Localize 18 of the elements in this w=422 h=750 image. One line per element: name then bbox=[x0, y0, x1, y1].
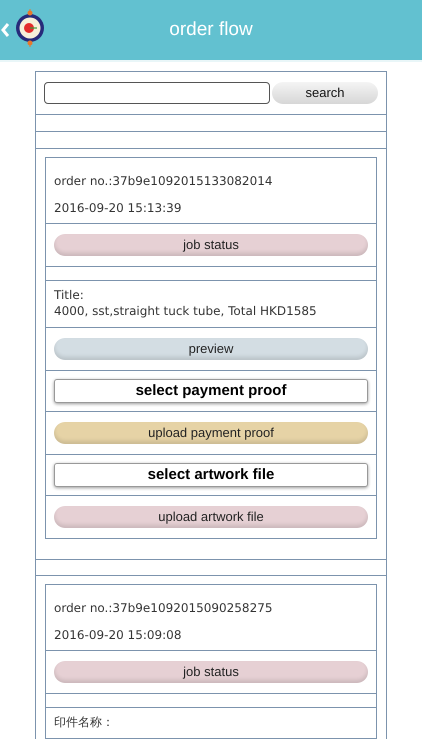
search-button[interactable]: search bbox=[272, 82, 378, 104]
title-label: Title: bbox=[54, 287, 85, 303]
order-date: 2016-09-20 15:13:39 bbox=[54, 200, 182, 216]
pill-button[interactable]: preview bbox=[54, 338, 368, 360]
title-text: 4000, sst,straight tuck tube, Total HKD1585 bbox=[54, 303, 318, 319]
pill-button[interactable]: upload payment proof bbox=[54, 422, 368, 444]
job-status-button[interactable]: job status bbox=[54, 660, 368, 683]
order-number: order no.:37b9e1092015133082014 bbox=[54, 173, 274, 189]
job-status-button[interactable]: job status bbox=[54, 234, 368, 256]
file-select-button[interactable]: select payment proof bbox=[54, 379, 368, 403]
file-select-button[interactable]: select artwork file bbox=[54, 463, 368, 487]
order-number: order no.:37b9e1092015090258275 bbox=[54, 600, 274, 616]
pill-button[interactable]: upload artwork file bbox=[54, 506, 368, 528]
title-label: 印件名称： bbox=[54, 714, 115, 730]
logo-icon bbox=[14, 7, 46, 49]
search-field[interactable] bbox=[44, 82, 270, 104]
page-title: order flow bbox=[169, 18, 253, 42]
order-date: 2016-09-20 15:09:08 bbox=[54, 627, 182, 643]
